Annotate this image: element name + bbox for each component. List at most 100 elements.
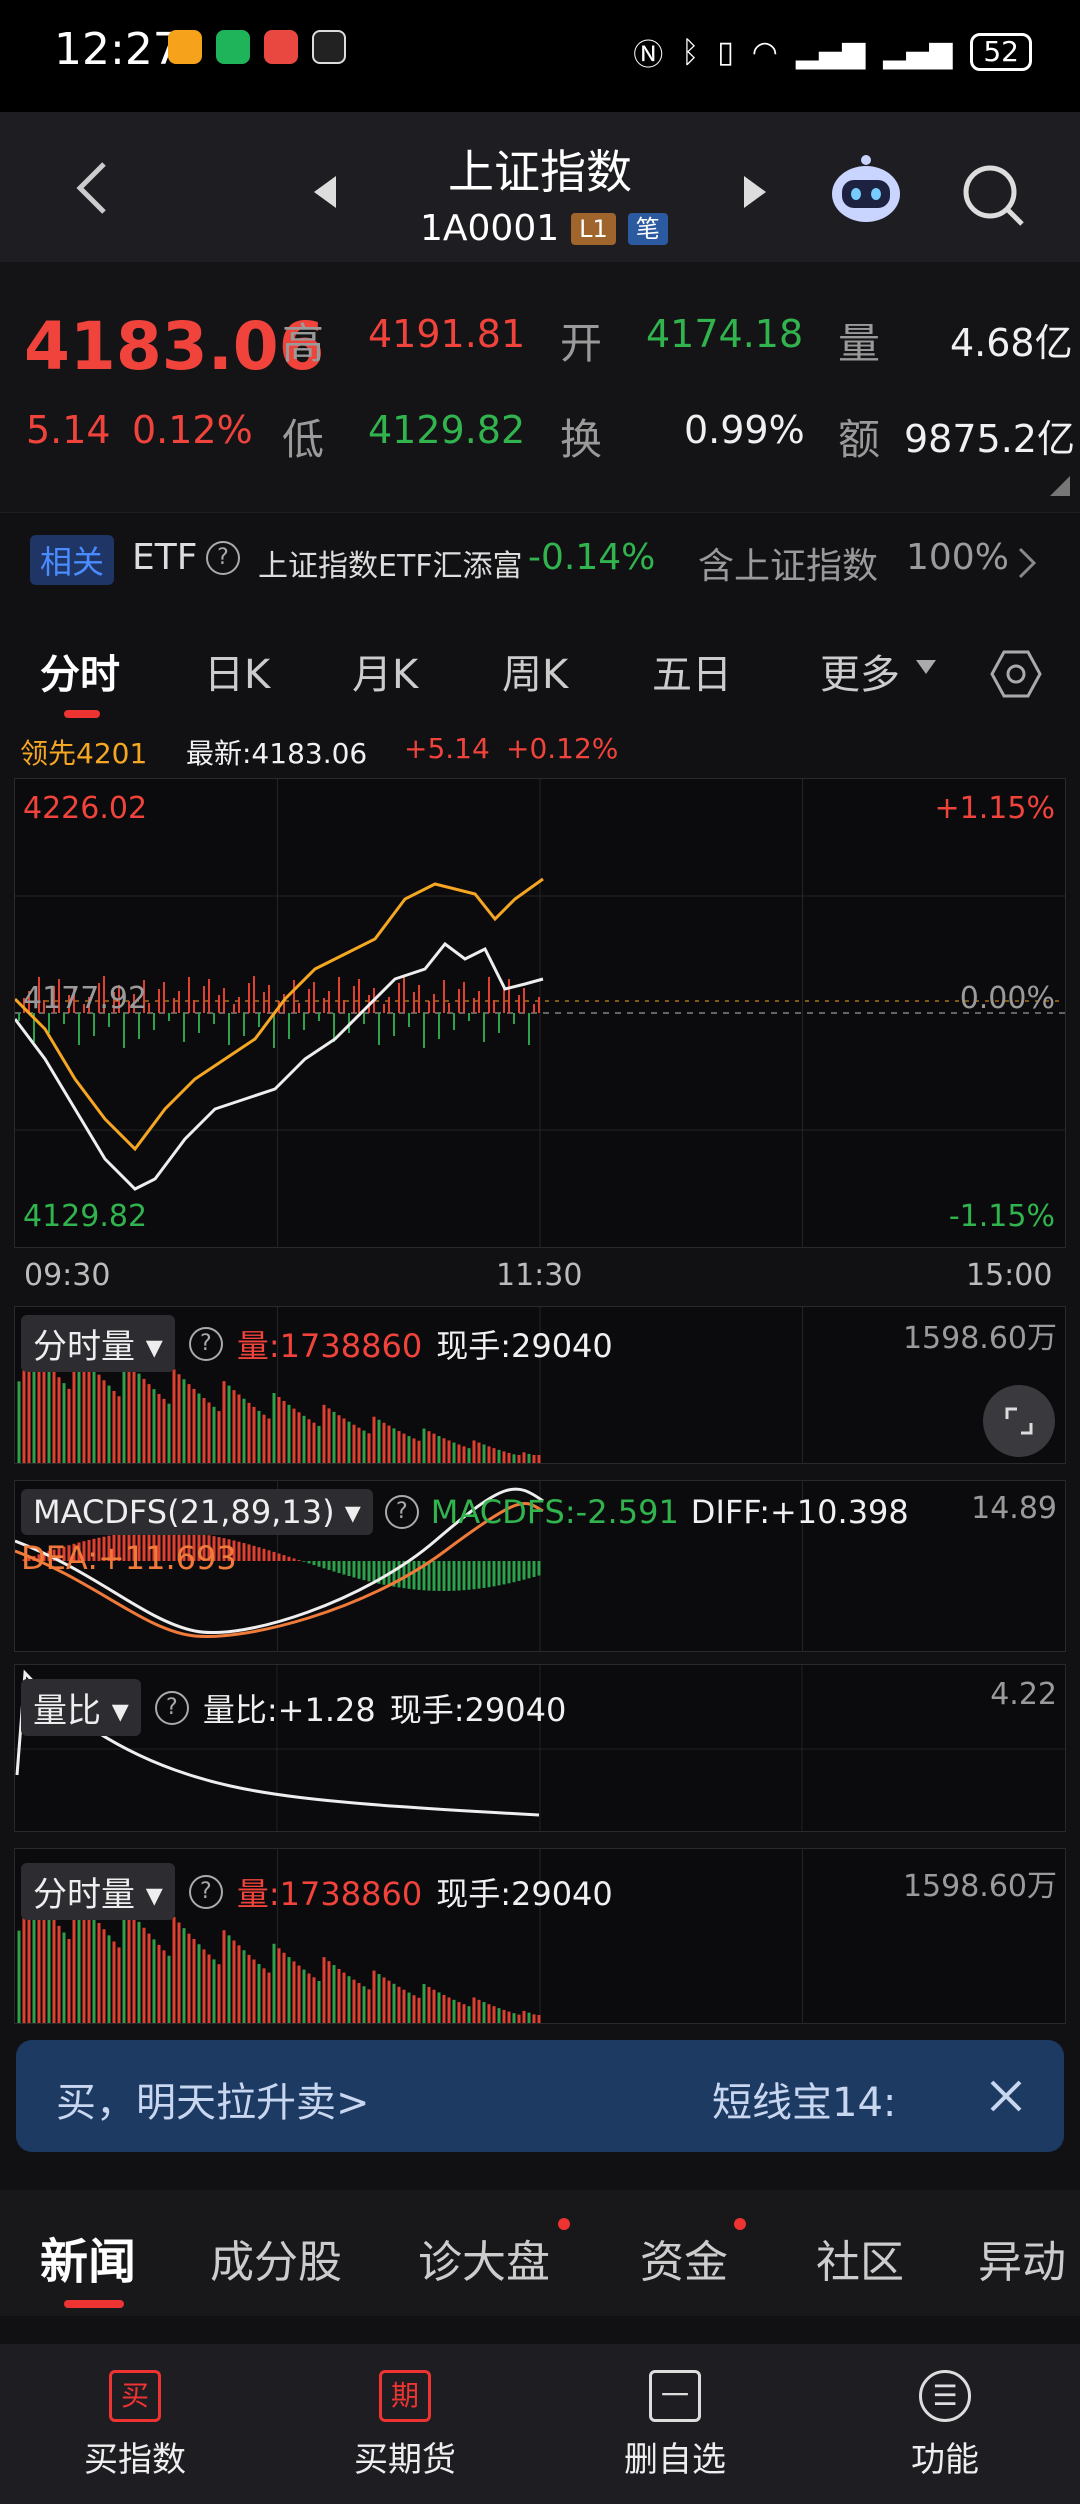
- macdfs-value: MACDFS:-2.591: [430, 1493, 679, 1531]
- intraday-chart[interactable]: 4226.02 4177.92 4129.82 +1.15% 0.00% -1.…: [14, 778, 1066, 1248]
- price-change-pct: 0.12%: [132, 408, 253, 452]
- indicator-dropdown[interactable]: 分时量 ▾: [21, 1863, 175, 1920]
- help-icon[interactable]: ?: [206, 541, 240, 575]
- volume-ratio-value: 量比:+1.28: [202, 1690, 376, 1729]
- chart-period-tabs: 分时 日K 月K 周K 五日 更多: [0, 612, 1080, 722]
- tab-month-k[interactable]: 月K: [352, 642, 418, 700]
- bluetooth-icon: ᛒ: [681, 34, 700, 70]
- signal-icon: ▂▄▆: [795, 34, 866, 70]
- lead-index-label: 领先4201: [20, 737, 148, 770]
- indicator-dropdown[interactable]: 量比 ▾: [21, 1679, 141, 1736]
- help-icon[interactable]: ?: [384, 1495, 419, 1529]
- tab-news[interactable]: 新闻: [40, 2222, 136, 2292]
- active-tab-indicator: [64, 710, 100, 718]
- nfc-icon: Ⓝ: [633, 38, 664, 73]
- tab-anomaly[interactable]: 异动: [978, 2226, 1080, 2290]
- nav-label: 删自选: [624, 2440, 726, 2480]
- high-value: 4191.81: [368, 312, 526, 356]
- volume-ratio-panel[interactable]: 量比 ▾ ? 量比:+1.28 现手:29040 4.22: [14, 1664, 1066, 1832]
- promo-banner[interactable]: 买，明天拉升卖> 短线宝14:: [16, 2040, 1064, 2152]
- signal-icon: ▂▄▆: [883, 34, 953, 70]
- robot-assistant-icon[interactable]: [826, 152, 906, 226]
- volume-value: 4.68亿: [950, 321, 1073, 365]
- indicator-name: 量比: [33, 1691, 101, 1731]
- vibrate-icon: ▯: [717, 34, 734, 70]
- diff-value: DIFF:+10.398: [690, 1493, 909, 1531]
- x-label-close: 15:00: [966, 1258, 1053, 1293]
- x-label-open: 09:30: [24, 1258, 111, 1293]
- x-label-noon: 11:30: [496, 1258, 583, 1293]
- expand-corner-icon[interactable]: [1050, 476, 1070, 496]
- help-icon[interactable]: ?: [188, 1874, 223, 1909]
- indicator-name: 分时量: [33, 1327, 135, 1367]
- fullscreen-icon: [1005, 1407, 1033, 1435]
- current-hand: 现手:29040: [436, 1874, 613, 1913]
- system-icons: Ⓝ ᛒ ▯ ◠ ▂▄▆ ▂▄▆ 52: [633, 30, 1032, 74]
- volume-panel[interactable]: 分时量 ▾ ? 量:1738860 现手:29040 1598.60万: [14, 1306, 1066, 1464]
- menu-icon: ☰: [919, 2370, 971, 2422]
- red-dot-badge: [558, 2218, 570, 2230]
- macd-max: 14.89: [971, 1491, 1057, 1526]
- chevron-right-icon: [1018, 547, 1037, 579]
- banner-text-right: 短线宝14:: [712, 2080, 897, 2126]
- clock: 12:27: [54, 24, 181, 75]
- tab-week-k[interactable]: 周K: [502, 642, 568, 700]
- indicator-dropdown[interactable]: 分时量 ▾: [21, 1315, 175, 1372]
- nav-buy-index[interactable]: 买 买指数: [0, 2344, 270, 2504]
- nav-buy-futures[interactable]: 期 买期货: [270, 2344, 540, 2504]
- weibo-icon: [264, 30, 298, 64]
- fullscreen-button[interactable]: [983, 1385, 1055, 1457]
- stock-code: 1A0001: [420, 208, 560, 249]
- help-icon[interactable]: ?: [154, 1690, 189, 1725]
- high-label: 高: [282, 319, 325, 368]
- quote-panel: 4183.06 5.14 0.12% 高 4191.81 开 4174.18 量…: [0, 262, 1080, 512]
- open-label: 开: [560, 319, 603, 368]
- y-mid-label: 4177.92: [23, 981, 148, 1016]
- y-bottom-label: 4129.82: [23, 1199, 148, 1234]
- nav-label: 买期货: [354, 2440, 456, 2480]
- low-label: 低: [282, 415, 325, 464]
- next-stock-icon[interactable]: [740, 172, 770, 212]
- related-etf-row[interactable]: 相关 ETF ? 上证指数ETF汇添富 -0.14% 含上证指数 100%: [0, 512, 1080, 612]
- pct-mid-label: 0.00%: [959, 981, 1055, 1016]
- page-title: 上证指数: [448, 145, 632, 199]
- nav-label: 买指数: [84, 2440, 186, 2480]
- tab-more[interactable]: 更多: [820, 642, 900, 700]
- tab-five-day[interactable]: 五日: [652, 642, 732, 700]
- volume-ratio-max: 4.22: [990, 1677, 1057, 1712]
- news-tabs: 新闻 成分股 诊大盘 资金 社区 异动: [0, 2190, 1080, 2316]
- tab-funds[interactable]: 资金: [640, 2226, 728, 2290]
- indicator-dropdown[interactable]: MACDFS(21,89,13) ▾: [21, 1489, 373, 1535]
- tab-intraday[interactable]: 分时: [40, 642, 120, 700]
- buy-icon: 买: [109, 2370, 161, 2422]
- red-dot-badge: [734, 2218, 746, 2230]
- tab-community[interactable]: 社区: [816, 2226, 904, 2290]
- macd-panel[interactable]: MACDFS(21,89,13) ▾ ? MACDFS:-2.591 DIFF:…: [14, 1480, 1066, 1652]
- pct-top-label: +1.15%: [934, 791, 1055, 826]
- tab-day-k[interactable]: 日K: [204, 642, 270, 700]
- turnover-value: 0.99%: [684, 408, 805, 452]
- volume-label: 量: [838, 319, 881, 368]
- close-icon[interactable]: [986, 2076, 1026, 2116]
- tab-constituents[interactable]: 成分股: [210, 2226, 342, 2290]
- help-icon[interactable]: ?: [188, 1326, 223, 1361]
- nav-remove-watchlist[interactable]: 一 删自选: [540, 2344, 810, 2504]
- banner-text-left: 买，明天拉升卖>: [56, 2080, 370, 2126]
- etf-name: 上证指数ETF汇添富: [258, 549, 523, 584]
- notification-icons: [168, 30, 346, 64]
- status-bar: 12:27 Ⓝ ᛒ ▯ ◠ ▂▄▆ ▂▄▆ 52: [0, 0, 1080, 112]
- nav-functions[interactable]: ☰ 功能: [810, 2344, 1080, 2504]
- latest-change-label: +5.14: [404, 732, 490, 765]
- settings-icon[interactable]: [990, 648, 1042, 700]
- battery-indicator: 52: [970, 33, 1032, 71]
- latest-price-label: 最新:4183.06: [186, 737, 368, 770]
- volume-panel-2[interactable]: 分时量 ▾ ? 量:1738860 现手:29040 1598.60万: [14, 1848, 1066, 2024]
- low-value: 4129.82: [368, 408, 526, 452]
- stock-code-row: 1A0001 L1 笔: [420, 208, 668, 249]
- search-icon[interactable]: [958, 160, 1028, 230]
- indicator-name: MACDFS(21,89,13): [33, 1493, 335, 1531]
- volume-value: 量:1738860: [236, 1326, 423, 1365]
- minus-box-icon: 一: [649, 2370, 701, 2422]
- tab-diagnosis[interactable]: 诊大盘: [418, 2226, 550, 2290]
- latest-pct-label: +0.12%: [506, 732, 619, 765]
